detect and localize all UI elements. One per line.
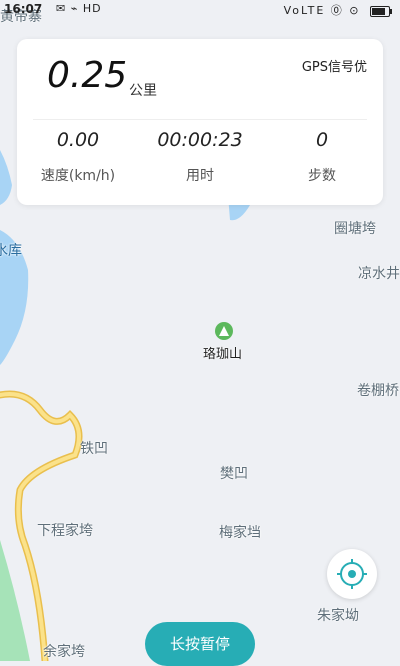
distance-value: 0.25 <box>47 55 128 96</box>
gps-status: GPS信号优 <box>301 60 367 75</box>
map-label-mei-jia-dang: 梅家垱 <box>219 525 261 541</box>
speed-stat: 0.00 速度(km/h) <box>17 129 139 185</box>
steps-value: 0 <box>315 129 329 151</box>
speed-value: 0.00 <box>56 129 100 151</box>
duration-stat: 00:00:23 用时 <box>139 129 261 185</box>
map-label-tie-ao: 铁凹 <box>80 441 108 457</box>
map-label-xia-cheng-jia-wan: 下程家垮 <box>37 523 93 539</box>
locate-button[interactable] <box>327 549 377 599</box>
status-left-icons: ✉ ⌁ HD <box>56 2 102 15</box>
steps-stat: 0 步数 <box>261 129 383 185</box>
map-label-liang-shui-jing: 凉水井 <box>358 266 400 282</box>
battery-icon <box>370 5 392 17</box>
steps-label: 步数 <box>308 168 336 184</box>
duration-value: 00:00:23 <box>157 129 243 151</box>
status-bar: 16:07 ✉ ⌁ HD VoLTE ⓪ ⊙ <box>0 0 400 22</box>
status-time: 16:07 <box>4 2 43 16</box>
map-label-fan-ao: 樊凹 <box>220 466 248 482</box>
map-label-luo-jia-shan: 珞珈山 <box>203 347 243 362</box>
card-divider <box>33 119 367 120</box>
map-label-zhu-jia-ao: 朱家坳 <box>317 608 359 624</box>
map-label-reservoir: 水库 <box>0 243 22 259</box>
map-label-juan-peng-qiao: 卷棚桥 <box>357 383 399 399</box>
map-label-yu-jia-wan: 余家垮 <box>43 644 85 660</box>
duration-label: 用时 <box>186 168 214 184</box>
speed-label: 速度(km/h) <box>40 168 116 184</box>
map-label-quan-tang-wan: 圈塘垮 <box>334 221 376 237</box>
status-right-text: VoLTE ⓪ ⊙ <box>283 4 361 17</box>
workout-stats-card: 0.25 公里 GPS信号优 0.00 速度(km/h) 00:00:23 用时… <box>17 39 383 205</box>
long-press-pause-button[interactable]: 长按暂停 <box>145 622 255 666</box>
distance-unit: 公里 <box>129 83 157 99</box>
status-right-icons: VoLTE ⓪ ⊙ <box>283 2 392 18</box>
crosshair-icon <box>337 559 367 589</box>
